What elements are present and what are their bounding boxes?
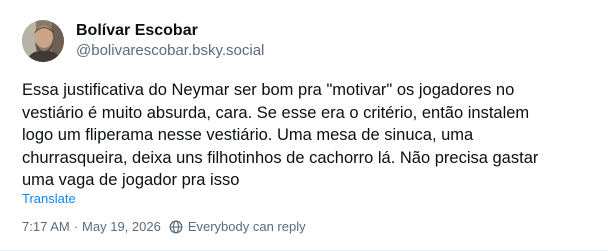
author-handle[interactable]: @bolivarescobar.bsky.social	[76, 41, 264, 61]
author-names: Bolívar Escobar @bolivarescobar.bsky.soc…	[76, 21, 264, 61]
reply-setting-label: Everybody can reply	[187, 219, 306, 234]
avatar[interactable]	[22, 20, 64, 62]
translate-link[interactable]: Translate	[22, 190, 76, 207]
post-header: Bolívar Escobar @bolivarescobar.bsky.soc…	[22, 16, 264, 66]
reply-setting[interactable]: Everybody can reply	[169, 218, 306, 235]
author-display-name[interactable]: Bolívar Escobar	[76, 21, 264, 41]
globe-icon	[169, 220, 183, 234]
post-meta: 7:17 AM · May 19, 2026 Everybody can rep…	[22, 218, 306, 235]
post-text: Essa justificativa do Neymar ser bom pra…	[22, 81, 539, 189]
post-date[interactable]: May 19, 2026	[82, 218, 161, 235]
post-card: Bolívar Escobar @bolivarescobar.bsky.soc…	[0, 0, 608, 251]
user-avatar-icon	[22, 20, 64, 62]
meta-separator: ·	[73, 219, 79, 234]
post-time[interactable]: 7:17 AM	[22, 218, 70, 235]
